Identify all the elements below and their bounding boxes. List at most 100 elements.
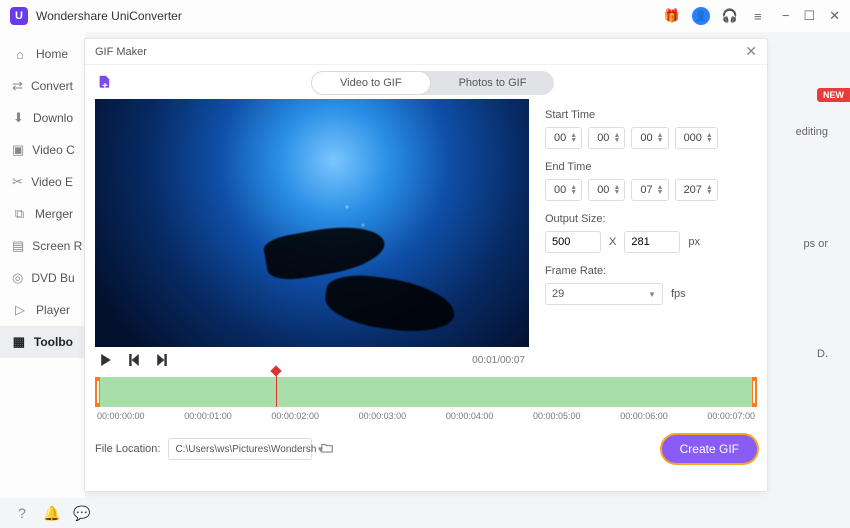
new-badge: NEW <box>817 88 850 102</box>
play-button[interactable] <box>99 353 113 367</box>
end-m-input[interactable]: 00▲▼ <box>588 179 625 201</box>
sidebar-item-label: Screen R <box>32 239 82 253</box>
start-m-input[interactable]: 00▲▼ <box>588 127 625 149</box>
sidebar-item-video e[interactable]: ✂ Video E <box>0 166 85 198</box>
sidebar-item-label: DVD Bu <box>31 271 74 285</box>
start-h-input[interactable]: 00▲▼ <box>545 127 582 149</box>
tick-label: 00:00:01:00 <box>184 411 232 421</box>
user-icon[interactable]: 👤 <box>692 7 710 25</box>
size-unit: px <box>688 236 700 248</box>
prev-frame-button[interactable] <box>127 353 141 367</box>
timeline-track[interactable] <box>95 377 757 407</box>
end-s-input[interactable]: 07▲▼ <box>631 179 668 201</box>
playback-controls: 00:01/00:07 <box>95 347 529 373</box>
home-icon: ⌂ <box>12 46 28 62</box>
download-icon: ⬇ <box>12 110 25 126</box>
preview-pane: 00:01/00:07 <box>95 99 529 373</box>
sidebar-item-downlo[interactable]: ⬇ Downlo <box>0 102 85 134</box>
modal-header: GIF Maker ✕ <box>85 39 767 65</box>
tick-label: 00:00:03:00 <box>359 411 407 421</box>
dvd-icon: ◎ <box>12 270 23 286</box>
close-button[interactable]: ✕ <box>829 8 840 24</box>
tick-label: 00:00:02:00 <box>271 411 319 421</box>
sidebar-item-convert[interactable]: ⇄Convert <box>0 70 85 102</box>
output-size-label: Output Size: <box>545 213 757 225</box>
sidebar-item-label: Toolbo <box>34 335 73 349</box>
start-s-input[interactable]: 00▲▼ <box>631 127 668 149</box>
frame-rate-label: Frame Rate: <box>545 265 757 277</box>
sidebar-item-video c[interactable]: ▣ Video C <box>0 134 85 166</box>
modal-close-button[interactable]: ✕ <box>745 43 757 60</box>
app-title: Wondershare UniConverter <box>36 9 664 23</box>
sidebar-item-merger[interactable]: ⧉ Merger <box>0 198 85 230</box>
timecode: 00:01/00:07 <box>472 355 525 366</box>
tick-label: 00:00:04:00 <box>446 411 494 421</box>
sidebar-item-label: Downlo <box>33 111 73 125</box>
sidebar-item-home[interactable]: ⌂ Home <box>0 38 85 70</box>
width-input[interactable] <box>545 231 601 253</box>
timeline-area: 00:00:00:00 00:00:01:00 00:00:02:00 00:00:0… <box>95 377 757 421</box>
edit-icon: ✂ <box>12 174 23 190</box>
height-input[interactable] <box>624 231 680 253</box>
sidebar-item-label: Home <box>36 47 68 61</box>
minimize-button[interactable]: − <box>782 8 790 24</box>
sidebar-item-label: Player <box>36 303 70 317</box>
tick-label: 00:00:05:00 <box>533 411 581 421</box>
end-ms-input[interactable]: 207▲▼ <box>675 179 718 201</box>
mode-segmented: Video to GIF Photos to GIF <box>311 71 554 95</box>
video-preview[interactable] <box>95 99 529 347</box>
help-icon[interactable]: ? <box>14 505 30 521</box>
chat-icon[interactable]: 💬 <box>74 505 90 521</box>
tick-label: 00:00:00:00 <box>97 411 145 421</box>
open-folder-icon[interactable] <box>320 441 336 457</box>
sidebar-item-screen r[interactable]: ▤ Screen R <box>0 230 85 262</box>
toolbox-icon: ▦ <box>12 334 26 350</box>
sidebar-item-label: Convert <box>31 79 73 93</box>
bell-icon[interactable]: 🔔 <box>44 505 60 521</box>
merge-icon: ⧉ <box>12 206 27 222</box>
timeline-ticks: 00:00:00:00 00:00:01:00 00:00:02:00 00:00:0… <box>95 411 757 421</box>
sidebar: ⌂ Home ⇄Convert ⬇ Downlo ▣ Video C ✂ Video E ⧉ Mer… <box>0 32 85 498</box>
sidebar-item-dvd bu[interactable]: ◎ DVD Bu <box>0 262 85 294</box>
modal-title: GIF Maker <box>95 46 147 58</box>
tab-video-to-gif[interactable]: Video to GIF <box>311 71 431 95</box>
gif-maker-modal: GIF Maker ✕ Video to GIF Photos to GIF <box>84 38 768 492</box>
bg-text: D. <box>817 348 828 360</box>
sidebar-item-label: Video C <box>32 143 74 157</box>
headset-icon[interactable]: 🎧 <box>722 8 738 24</box>
create-gif-button[interactable]: Create GIF <box>662 435 757 463</box>
end-time-label: End Time <box>545 161 757 173</box>
start-ms-input[interactable]: 000▲▼ <box>675 127 718 149</box>
playhead[interactable] <box>276 371 277 407</box>
tab-photos-to-gif[interactable]: Photos to GIF <box>431 71 555 95</box>
menu-icon[interactable]: ≡ <box>750 8 766 24</box>
bg-text: editing <box>796 126 828 138</box>
settings-pane: Start Time 00▲▼ 00▲▼ 00▲▼ 000▲▼ End Time… <box>545 99 757 373</box>
add-file-icon[interactable] <box>95 73 115 93</box>
frame-rate-select[interactable]: 29▼ <box>545 283 663 305</box>
sidebar-item-label: Video E <box>31 175 73 189</box>
titlebar: U Wondershare UniConverter 🎁 👤 🎧 ≡ − ☐ ✕ <box>0 0 850 32</box>
file-location-select[interactable]: C:\Users\ws\Pictures\Wondersh▼ <box>168 438 312 460</box>
size-by: X <box>609 236 616 248</box>
statusbar: ? 🔔 💬 <box>0 498 104 528</box>
compress-icon: ▣ <box>12 142 24 158</box>
tick-label: 00:00:06:00 <box>620 411 668 421</box>
start-time-label: Start Time <box>545 109 757 121</box>
gift-icon[interactable]: 🎁 <box>664 8 680 24</box>
file-location-label: File Location: <box>95 443 160 455</box>
sidebar-item-toolbo[interactable]: ▦ Toolbo <box>0 326 85 358</box>
maximize-button[interactable]: ☐ <box>803 8 815 24</box>
modal-footer: File Location: C:\Users\ws\Pictures\Wond… <box>95 435 757 463</box>
next-frame-button[interactable] <box>155 353 169 367</box>
player-icon: ▷ <box>12 302 28 318</box>
end-h-input[interactable]: 00▲▼ <box>545 179 582 201</box>
sidebar-item-player[interactable]: ▷ Player <box>0 294 85 326</box>
sidebar-item-label: Merger <box>35 207 73 221</box>
app-logo: U <box>10 7 28 25</box>
record-icon: ▤ <box>12 238 24 254</box>
trim-start-handle[interactable] <box>97 381 99 403</box>
bg-text: ps or <box>804 238 828 250</box>
tick-label: 00:00:07:00 <box>707 411 755 421</box>
trim-end-handle[interactable] <box>753 381 755 403</box>
